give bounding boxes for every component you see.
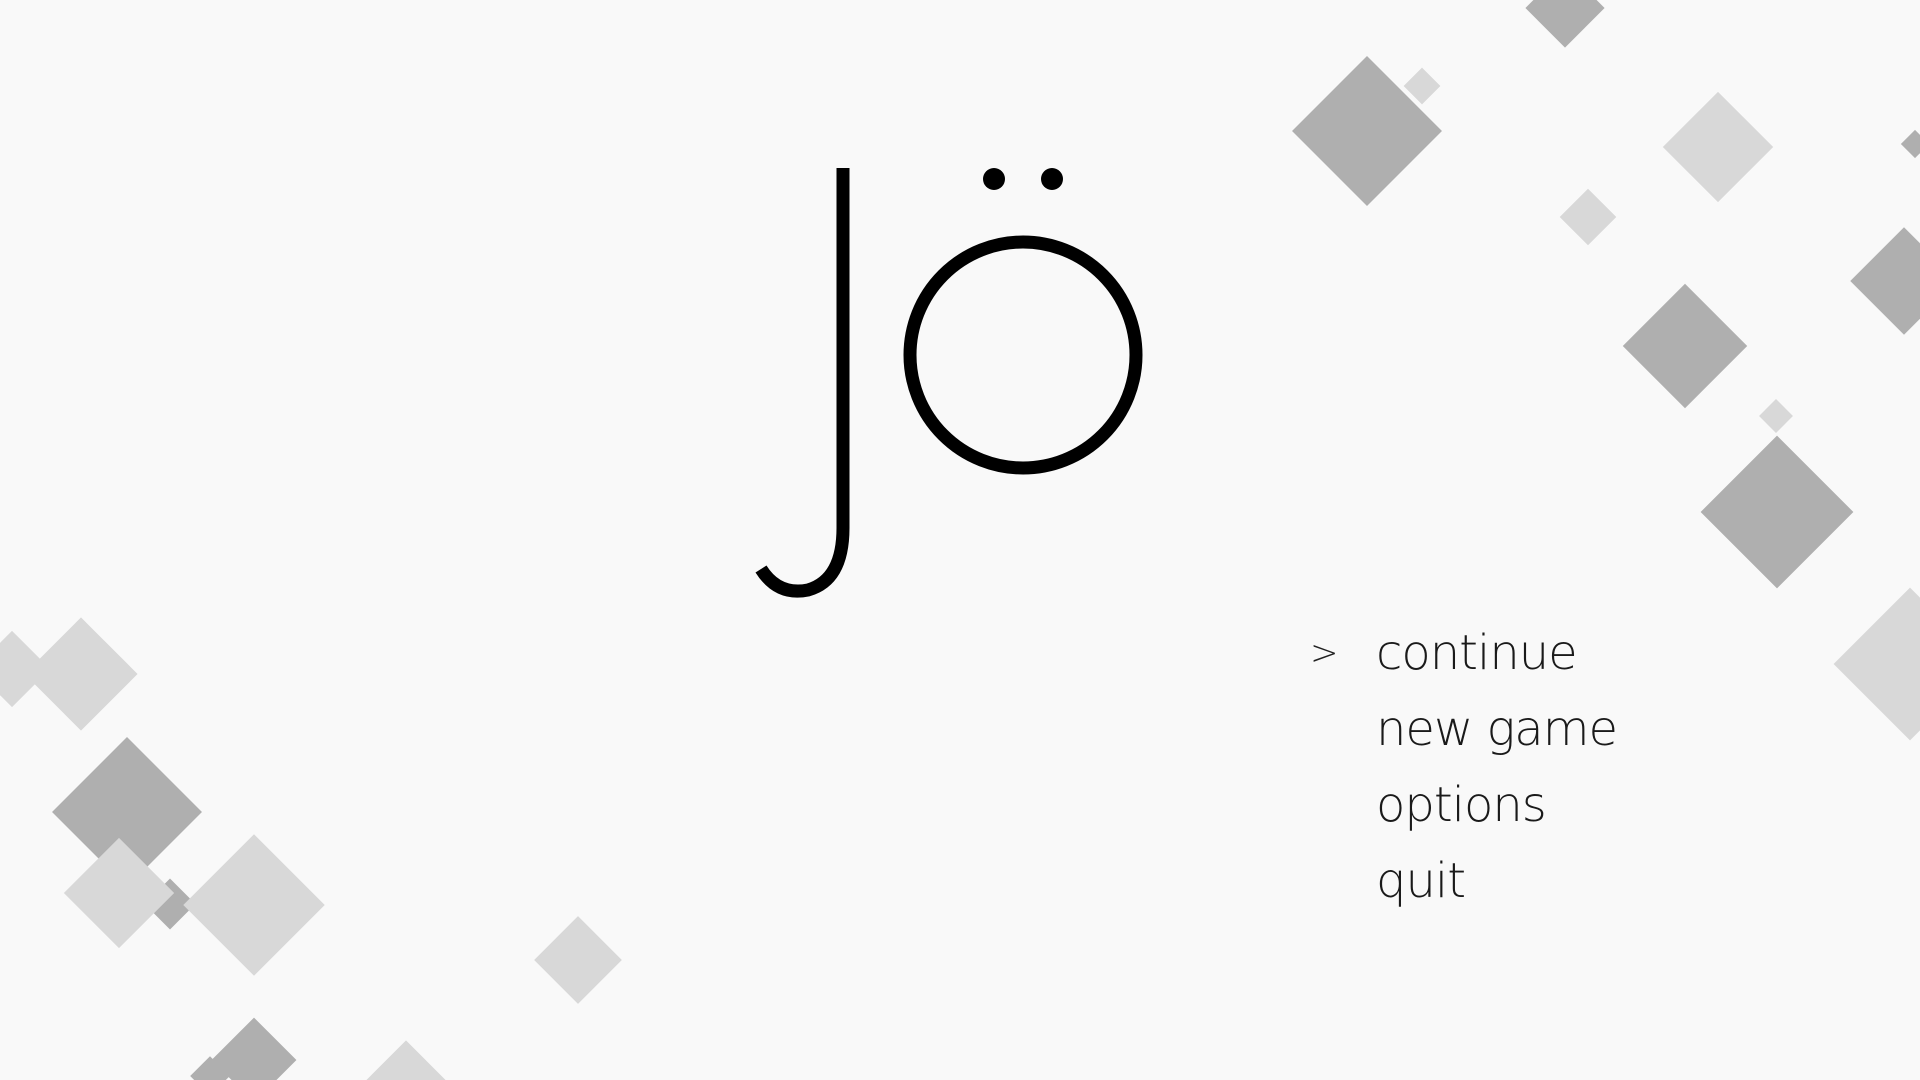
decor-diamond [366,1040,446,1080]
menu-item-quit[interactable]: quit [1310,843,1730,919]
decor-diamond [1850,227,1920,335]
logo-letter-o [903,235,1143,475]
menu-item-continue[interactable]: > continue [1310,615,1730,691]
decor-diamond [1759,399,1793,433]
menu-item-label: continue [1376,625,1578,681]
menu-item-label: options [1376,777,1547,833]
logo-letter-j [755,168,850,598]
decor-diamond [1700,435,1854,589]
decor-diamond [1833,587,1920,741]
selection-cursor-icon: > [1310,633,1338,673]
decor-diamond [534,916,622,1004]
game-logo [755,168,1143,598]
logo-umlaut-dot-left [983,168,1005,190]
menu-item-label: quit [1376,853,1466,909]
main-menu-screen: > continue new game options quit [0,0,1920,1080]
logo-umlaut-dot-right [1041,168,1063,190]
decor-diamond [1559,188,1617,246]
main-menu: > continue new game options quit [1310,615,1730,919]
decor-diamond [1900,129,1920,159]
menu-item-options[interactable]: options [1310,767,1730,843]
decor-diamond [24,617,138,731]
menu-item-label: new game [1376,701,1618,757]
decor-diamond [1622,283,1748,409]
decor-diamond [1662,91,1774,203]
menu-item-new-game[interactable]: new game [1310,691,1730,767]
decor-diamond [1525,0,1605,48]
decor-diamond [183,834,325,976]
